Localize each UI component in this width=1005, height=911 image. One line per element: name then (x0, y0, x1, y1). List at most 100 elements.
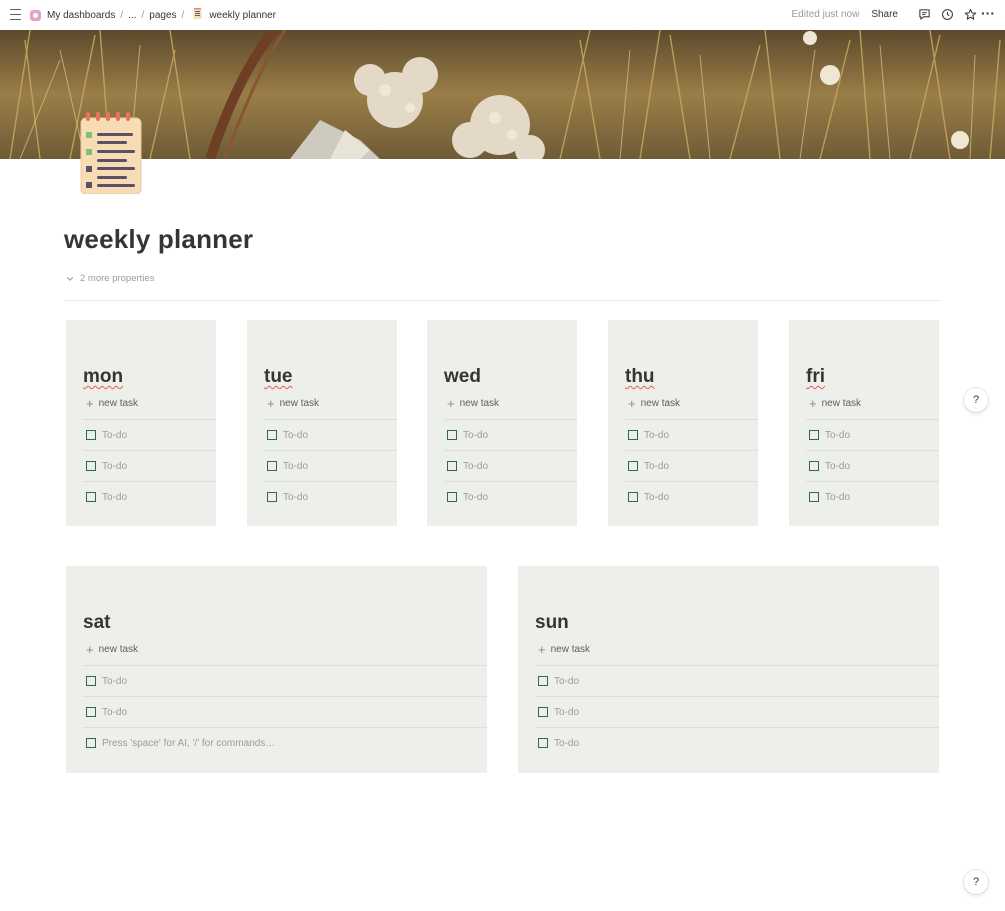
history-clock-icon[interactable] (941, 8, 954, 21)
new-task-button[interactable]: + new task (538, 643, 591, 656)
todo-item[interactable]: To-do (444, 450, 577, 481)
todo-item[interactable]: To-do (625, 450, 758, 481)
todo-text[interactable]: To-do (554, 707, 579, 718)
todo-placeholder[interactable]: Press 'space' for AI, '/' for commands… (102, 738, 275, 749)
todo-text[interactable]: To-do (283, 430, 308, 441)
todo-item[interactable]: To-do (83, 481, 216, 512)
todo-item[interactable]: To-do (625, 481, 758, 512)
checkbox[interactable] (538, 676, 548, 686)
todo-item[interactable]: To-do (83, 419, 216, 450)
day-heading[interactable]: fri (806, 366, 825, 388)
todo-text[interactable]: To-do (283, 492, 308, 503)
todo-text[interactable]: To-do (102, 492, 127, 503)
breadcrumb: My dashboards / ... / pages / weekly pla… (30, 8, 276, 22)
checkbox[interactable] (86, 461, 96, 471)
breadcrumb-folder[interactable]: pages (149, 10, 176, 21)
todo-text[interactable]: To-do (644, 430, 669, 441)
todo-item[interactable]: To-do (625, 419, 758, 450)
checkbox[interactable] (86, 676, 96, 686)
share-button[interactable]: Share (871, 9, 898, 20)
todo-text[interactable]: To-do (463, 492, 488, 503)
new-task-button[interactable]: + new task (267, 395, 319, 411)
checkbox[interactable] (86, 430, 96, 440)
new-task-label: new task (550, 644, 591, 655)
new-task-button[interactable]: + new task (447, 397, 499, 410)
todo-item[interactable]: To-do (83, 450, 216, 481)
sidebar-toggle-icon[interactable] (10, 9, 21, 20)
checkbox[interactable] (628, 492, 638, 502)
todo-text[interactable]: To-do (102, 676, 127, 687)
checkbox[interactable] (538, 707, 548, 717)
todo-text[interactable]: To-do (463, 430, 488, 441)
checkbox[interactable] (628, 430, 638, 440)
checkbox[interactable] (628, 461, 638, 471)
page-title[interactable]: weekly planner (64, 224, 253, 255)
todo-item[interactable]: To-do (444, 419, 577, 450)
day-heading[interactable]: tue (264, 366, 293, 388)
comments-icon[interactable] (918, 8, 931, 21)
todo-item[interactable]: To-do (264, 481, 397, 512)
day-card-mon: mon + new task To-do To-do To-do (66, 320, 216, 526)
todo-text[interactable]: To-do (102, 430, 127, 441)
todo-text[interactable]: To-do (554, 738, 579, 749)
checkbox[interactable] (538, 738, 548, 748)
todo-item[interactable]: To-do (535, 696, 939, 727)
todo-text[interactable]: To-do (463, 461, 488, 472)
plus-icon: + (267, 395, 275, 411)
todo-item[interactable]: To-do (264, 450, 397, 481)
breadcrumb-workspace[interactable]: My dashboards (47, 10, 115, 21)
top-bar: My dashboards / ... / pages / weekly pla… (0, 0, 1005, 30)
new-task-button[interactable]: + new task (86, 397, 138, 410)
checkbox[interactable] (86, 492, 96, 502)
new-task-button[interactable]: + new task (809, 397, 861, 410)
day-heading[interactable]: thu (625, 366, 655, 388)
checkbox[interactable] (86, 707, 96, 717)
todo-text[interactable]: To-do (644, 492, 669, 503)
todo-item[interactable]: To-do (806, 450, 939, 481)
day-heading[interactable]: sat (83, 612, 110, 634)
more-options-icon[interactable]: ··· (981, 6, 995, 20)
todo-text[interactable]: To-do (554, 676, 579, 687)
todo-text[interactable]: To-do (283, 461, 308, 472)
todo-text[interactable]: To-do (825, 461, 850, 472)
properties-toggle[interactable]: 2 more properties (66, 273, 154, 284)
todo-text[interactable]: To-do (102, 707, 127, 718)
todo-item[interactable]: To-do (264, 419, 397, 450)
todo-text[interactable]: To-do (644, 461, 669, 472)
day-heading[interactable]: mon (83, 366, 123, 388)
checkbox[interactable] (809, 430, 819, 440)
checkbox[interactable] (86, 738, 96, 748)
plus-icon: + (628, 395, 636, 411)
checkbox[interactable] (447, 461, 457, 471)
help-button[interactable]: ? (964, 870, 988, 894)
todo-item[interactable]: To-do (806, 481, 939, 512)
checkbox[interactable] (267, 430, 277, 440)
todo-text[interactable]: To-do (825, 430, 850, 441)
checkbox[interactable] (267, 461, 277, 471)
todo-item[interactable]: To-do (444, 481, 577, 512)
todo-item[interactable]: To-do (535, 665, 939, 696)
todo-item-editing[interactable]: Press 'space' for AI, '/' for commands… (83, 727, 487, 758)
breadcrumb-separator: / (120, 9, 124, 21)
todo-text[interactable]: To-do (102, 461, 127, 472)
favorite-star-icon[interactable] (964, 8, 977, 21)
breadcrumb-ellipsis[interactable]: ... (128, 10, 136, 21)
notepad-page-icon[interactable] (80, 112, 142, 195)
checkbox[interactable] (447, 430, 457, 440)
new-task-button[interactable]: + new task (628, 395, 680, 411)
help-button[interactable]: ? (964, 388, 988, 412)
checkbox[interactable] (447, 492, 457, 502)
checkbox[interactable] (809, 461, 819, 471)
todo-item[interactable]: To-do (806, 419, 939, 450)
todo-item[interactable]: To-do (535, 727, 939, 758)
day-heading[interactable]: wed (444, 366, 481, 388)
breadcrumb-page[interactable]: weekly planner (209, 10, 276, 21)
day-heading[interactable]: sun (535, 612, 569, 634)
todo-item[interactable]: To-do (83, 665, 487, 696)
todo-text[interactable]: To-do (825, 492, 850, 503)
checkbox[interactable] (267, 492, 277, 502)
new-task-button[interactable]: + new task (86, 643, 138, 656)
checkbox[interactable] (809, 492, 819, 502)
todo-item[interactable]: To-do (83, 696, 487, 727)
cover-grass-illustration (0, 30, 1005, 159)
